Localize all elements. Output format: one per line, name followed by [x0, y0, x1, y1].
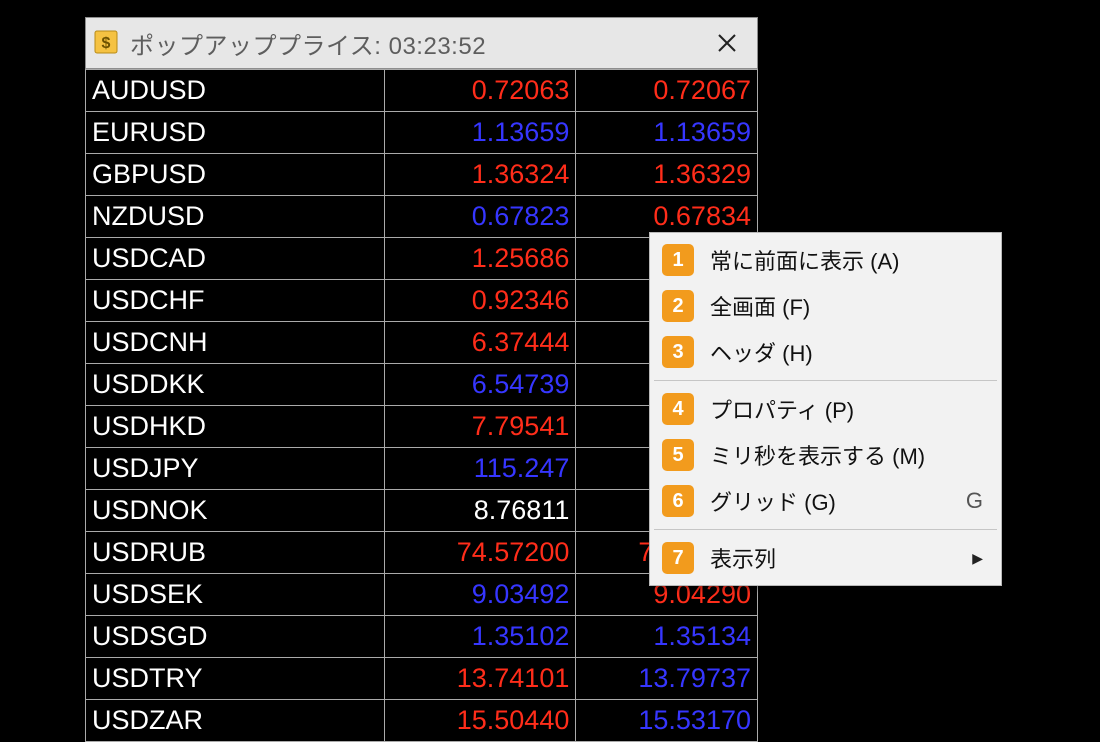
menu-item-label: プロパティ (P) — [710, 393, 983, 425]
price-row[interactable]: USDTRY13.7410113.79737 — [86, 658, 758, 700]
bid-cell: 74.57200 — [384, 532, 576, 574]
symbol-cell: USDCHF — [86, 280, 385, 322]
price-row[interactable]: EURUSD1.136591.13659 — [86, 112, 758, 154]
symbol-cell: USDHKD — [86, 406, 385, 448]
svg-text:$: $ — [102, 35, 111, 52]
window-title: ポップアッププライス: 03:23:52 — [130, 26, 697, 61]
symbol-cell: USDSEK — [86, 574, 385, 616]
bid-cell: 13.74101 — [384, 658, 576, 700]
bid-cell: 1.25686 — [384, 238, 576, 280]
context-menu-item[interactable]: 6 グリッド (G) G — [652, 478, 999, 524]
context-menu-item[interactable]: 1 常に前面に表示 (A) — [652, 237, 999, 283]
symbol-cell: USDRUB — [86, 532, 385, 574]
close-button[interactable] — [697, 17, 757, 69]
symbol-cell: EURUSD — [86, 112, 385, 154]
bid-cell: 6.54739 — [384, 364, 576, 406]
ask-cell: 1.35134 — [576, 616, 758, 658]
symbol-cell: USDZAR — [86, 700, 385, 742]
bid-cell: 7.79541 — [384, 406, 576, 448]
bid-cell: 115.247 — [384, 448, 576, 490]
menu-item-label: 全画面 (F) — [710, 290, 983, 322]
bid-cell: 15.50440 — [384, 700, 576, 742]
menu-item-label: ヘッダ (H) — [710, 336, 983, 368]
submenu-arrow-icon: ▶ — [972, 550, 983, 567]
menu-item-number-badge: 1 — [662, 244, 694, 276]
menu-item-number-badge: 6 — [662, 485, 694, 517]
menu-item-label: グリッド (G) — [710, 485, 956, 517]
bid-cell: 0.67823 — [384, 196, 576, 238]
price-row[interactable]: AUDUSD0.720630.72067 — [86, 70, 758, 112]
bid-cell: 0.92346 — [384, 280, 576, 322]
menu-item-label: ミリ秒を表示する (M) — [710, 439, 983, 471]
menu-separator — [654, 529, 997, 530]
ask-cell: 15.53170 — [576, 700, 758, 742]
menu-item-number-badge: 2 — [662, 290, 694, 322]
menu-item-shortcut: G — [966, 488, 983, 514]
ask-cell: 0.72067 — [576, 70, 758, 112]
ask-cell: 13.79737 — [576, 658, 758, 700]
titlebar[interactable]: $ ポップアッププライス: 03:23:52 — [85, 17, 758, 69]
ask-cell: 1.13659 — [576, 112, 758, 154]
ask-cell: 1.36329 — [576, 154, 758, 196]
menu-item-number-badge: 4 — [662, 393, 694, 425]
bid-cell: 8.76811 — [384, 490, 576, 532]
symbol-cell: USDJPY — [86, 448, 385, 490]
context-menu: 1 常に前面に表示 (A) 2 全画面 (F) 3 ヘッダ (H) 4 プロパティ (P) 5ミ… — [649, 232, 1002, 586]
menu-item-label: 常に前面に表示 (A) — [710, 244, 983, 276]
dollar-icon: $ — [94, 30, 118, 54]
symbol-cell: USDTRY — [86, 658, 385, 700]
menu-item-label: 表示列 — [710, 542, 962, 574]
menu-item-number-badge: 7 — [662, 542, 694, 574]
context-menu-item[interactable]: 7 表示列 ▶ — [652, 535, 999, 581]
context-menu-item[interactable]: 2 全画面 (F) — [652, 283, 999, 329]
symbol-cell: USDCAD — [86, 238, 385, 280]
context-menu-item[interactable]: 3 ヘッダ (H) — [652, 329, 999, 375]
symbol-cell: USDCNH — [86, 322, 385, 364]
menu-item-number-badge: 3 — [662, 336, 694, 368]
context-menu-item[interactable]: 5 ミリ秒を表示する (M) — [652, 432, 999, 478]
price-row[interactable]: USDZAR15.5044015.53170 — [86, 700, 758, 742]
symbol-cell: USDSGD — [86, 616, 385, 658]
bid-cell: 1.13659 — [384, 112, 576, 154]
symbol-cell: GBPUSD — [86, 154, 385, 196]
menu-separator — [654, 380, 997, 381]
symbol-cell: NZDUSD — [86, 196, 385, 238]
price-row[interactable]: GBPUSD1.363241.36329 — [86, 154, 758, 196]
context-menu-item[interactable]: 4 プロパティ (P) — [652, 386, 999, 432]
bid-cell: 0.72063 — [384, 70, 576, 112]
symbol-cell: USDNOK — [86, 490, 385, 532]
symbol-cell: AUDUSD — [86, 70, 385, 112]
menu-item-number-badge: 5 — [662, 439, 694, 471]
bid-cell: 6.37444 — [384, 322, 576, 364]
bid-cell: 1.36324 — [384, 154, 576, 196]
price-row[interactable]: USDSGD1.351021.35134 — [86, 616, 758, 658]
bid-cell: 1.35102 — [384, 616, 576, 658]
symbol-cell: USDDKK — [86, 364, 385, 406]
bid-cell: 9.03492 — [384, 574, 576, 616]
close-icon — [717, 33, 737, 53]
